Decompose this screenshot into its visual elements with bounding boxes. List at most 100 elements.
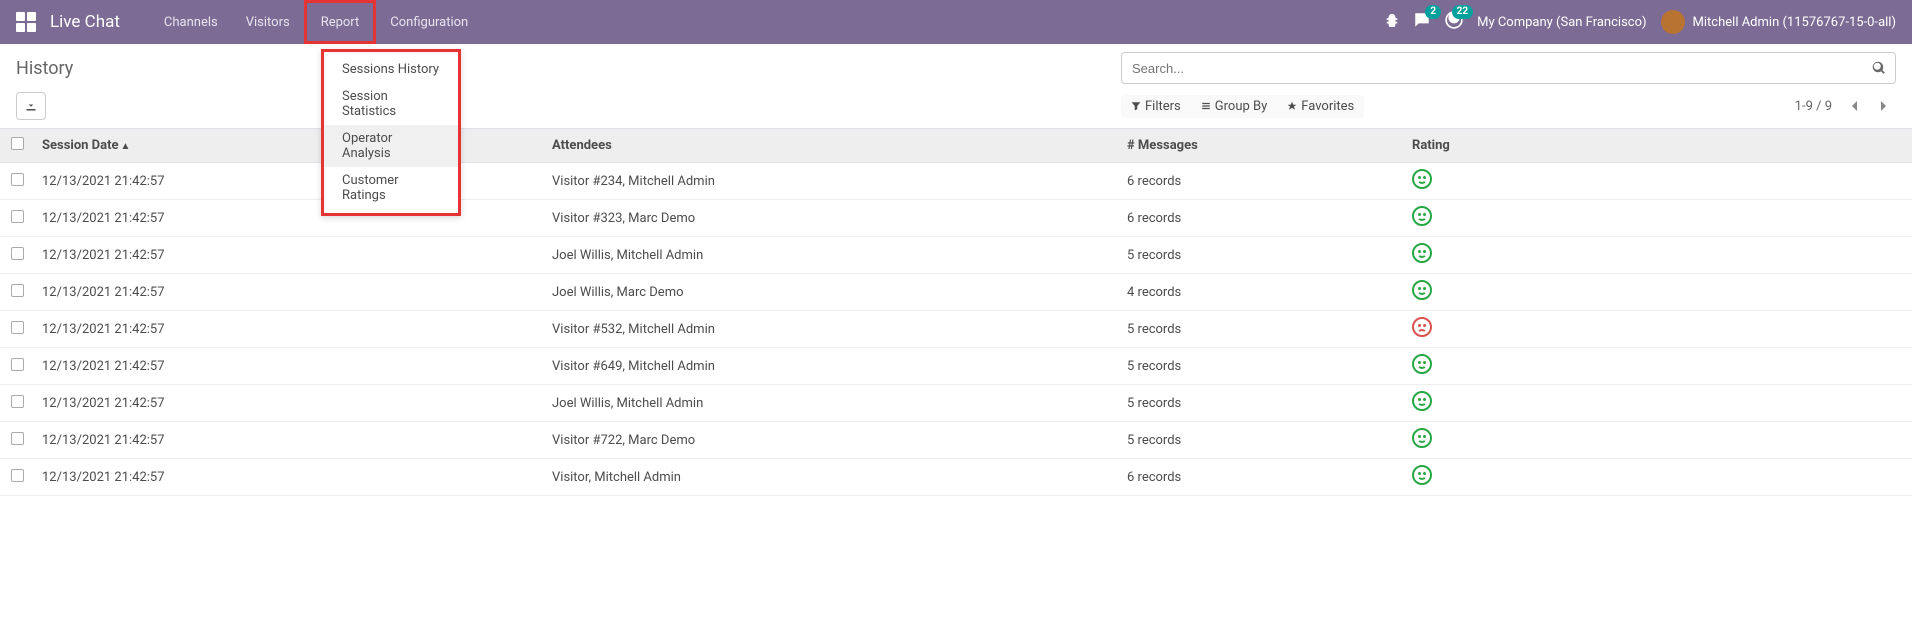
header-messages[interactable]: # Messages (1119, 129, 1404, 163)
happy-face-icon (1412, 206, 1432, 226)
cell-messages: 6 records (1119, 200, 1404, 237)
favorites-button[interactable]: Favorites (1287, 99, 1354, 114)
header-session-date[interactable]: Session Date▲ (34, 129, 544, 163)
table-row[interactable]: 12/13/2021 21:42:57Visitor #722, Marc De… (0, 422, 1912, 459)
table-row[interactable]: 12/13/2021 21:42:57Visitor #323, Marc De… (0, 200, 1912, 237)
nav-item-channels[interactable]: Channels (150, 0, 232, 44)
debug-icon[interactable] (1385, 13, 1399, 31)
cell-attendees: Joel Willis, Mitchell Admin (544, 237, 1119, 274)
cell-attendees: Visitor #323, Marc Demo (544, 200, 1119, 237)
control-panel: History Filters Group By (0, 44, 1912, 129)
activities-icon[interactable]: 22 (1445, 11, 1463, 33)
cell-messages: 4 records (1119, 274, 1404, 311)
dropdown-item-session-statistics[interactable]: Session Statistics (324, 83, 458, 125)
avatar (1661, 10, 1685, 34)
happy-face-icon (1412, 243, 1432, 263)
cell-rating (1404, 237, 1912, 274)
cell-attendees: Visitor #649, Mitchell Admin (544, 348, 1119, 385)
page-title: History (16, 58, 73, 79)
happy-face-icon (1412, 354, 1432, 374)
report-dropdown: Sessions History Session Statistics Oper… (321, 49, 461, 216)
search-container (1121, 52, 1896, 84)
cell-rating (1404, 163, 1912, 200)
cell-session-date: 12/13/2021 21:42:57 (34, 237, 544, 274)
table-row[interactable]: 12/13/2021 21:42:57Visitor #532, Mitchel… (0, 311, 1912, 348)
messages-icon[interactable]: 2 (1413, 11, 1431, 33)
filters-label: Filters (1145, 99, 1181, 114)
cell-session-date: 12/13/2021 21:42:57 (34, 348, 544, 385)
row-checkbox[interactable] (11, 321, 24, 334)
row-checkbox[interactable] (11, 469, 24, 482)
happy-face-icon (1412, 391, 1432, 411)
cell-session-date: 12/13/2021 21:42:57 (34, 385, 544, 422)
row-checkbox[interactable] (11, 210, 24, 223)
cell-session-date: 12/13/2021 21:42:57 (34, 459, 544, 496)
cell-messages: 5 records (1119, 237, 1404, 274)
search-input[interactable] (1121, 52, 1896, 84)
cell-attendees: Visitor #532, Mitchell Admin (544, 311, 1119, 348)
nav-item-configuration[interactable]: Configuration (376, 0, 482, 44)
top-navbar: Live Chat Channels Visitors Report Confi… (0, 0, 1912, 44)
cell-messages: 6 records (1119, 459, 1404, 496)
cell-session-date: 12/13/2021 21:42:57 (34, 311, 544, 348)
pager-prev[interactable] (1842, 93, 1868, 119)
sad-face-icon (1412, 317, 1432, 337)
search-button[interactable] (1862, 52, 1896, 84)
table-row[interactable]: 12/13/2021 21:42:57Joel Willis, Mitchell… (0, 385, 1912, 422)
favorites-label: Favorites (1301, 99, 1354, 114)
cell-session-date: 12/13/2021 21:42:57 (34, 274, 544, 311)
nav-item-report[interactable]: Report (304, 0, 377, 44)
table-header-row: Session Date▲ Attendees # Messages Ratin… (0, 129, 1912, 163)
nav-item-visitors[interactable]: Visitors (232, 0, 304, 44)
header-attendees[interactable]: Attendees (544, 129, 1119, 163)
row-checkbox[interactable] (11, 247, 24, 260)
happy-face-icon (1412, 280, 1432, 300)
table-row[interactable]: 12/13/2021 21:42:57Visitor, Mitchell Adm… (0, 459, 1912, 496)
happy-face-icon (1412, 465, 1432, 485)
cell-session-date: 12/13/2021 21:42:57 (34, 163, 544, 200)
cell-messages: 5 records (1119, 422, 1404, 459)
row-checkbox[interactable] (11, 358, 24, 371)
filters-button[interactable]: Filters (1131, 99, 1181, 114)
dropdown-item-customer-ratings[interactable]: Customer Ratings (324, 167, 458, 209)
cell-rating (1404, 385, 1912, 422)
app-title[interactable]: Live Chat (50, 12, 120, 32)
cell-rating (1404, 422, 1912, 459)
cell-rating (1404, 459, 1912, 496)
pager: 1-9 / 9 (1795, 93, 1896, 119)
row-checkbox[interactable] (11, 432, 24, 445)
groupby-button[interactable]: Group By (1201, 99, 1268, 114)
groupby-label: Group By (1215, 99, 1268, 114)
table-row[interactable]: 12/13/2021 21:42:57Visitor #234, Mitchel… (0, 163, 1912, 200)
cell-attendees: Visitor, Mitchell Admin (544, 459, 1119, 496)
sort-asc-icon: ▲ (121, 141, 131, 152)
history-table: Session Date▲ Attendees # Messages Ratin… (0, 129, 1912, 496)
table-row[interactable]: 12/13/2021 21:42:57Visitor #649, Mitchel… (0, 348, 1912, 385)
cell-messages: 5 records (1119, 311, 1404, 348)
cell-rating (1404, 200, 1912, 237)
happy-face-icon (1412, 428, 1432, 448)
company-selector[interactable]: My Company (San Francisco) (1477, 15, 1646, 30)
user-name: Mitchell Admin (11576767-15-0-all) (1693, 15, 1896, 30)
activities-badge: 22 (1452, 5, 1473, 19)
export-button[interactable] (16, 92, 46, 120)
header-rating[interactable]: Rating (1404, 129, 1912, 163)
cell-rating (1404, 274, 1912, 311)
row-checkbox[interactable] (11, 395, 24, 408)
pager-next[interactable] (1870, 93, 1896, 119)
row-checkbox[interactable] (11, 173, 24, 186)
table-row[interactable]: 12/13/2021 21:42:57Joel Willis, Marc Dem… (0, 274, 1912, 311)
messages-badge: 2 (1425, 5, 1441, 19)
pager-text: 1-9 / 9 (1795, 99, 1832, 114)
select-all-checkbox[interactable] (11, 137, 24, 150)
cell-messages: 6 records (1119, 163, 1404, 200)
cell-attendees: Joel Willis, Mitchell Admin (544, 385, 1119, 422)
dropdown-item-operator-analysis[interactable]: Operator Analysis (324, 125, 458, 167)
table-row[interactable]: 12/13/2021 21:42:57Joel Willis, Mitchell… (0, 237, 1912, 274)
apps-icon[interactable] (16, 12, 36, 32)
row-checkbox[interactable] (11, 284, 24, 297)
cell-attendees: Joel Willis, Marc Demo (544, 274, 1119, 311)
user-menu[interactable]: Mitchell Admin (11576767-15-0-all) (1661, 10, 1896, 34)
cell-messages: 5 records (1119, 348, 1404, 385)
dropdown-item-sessions-history[interactable]: Sessions History (324, 56, 458, 83)
